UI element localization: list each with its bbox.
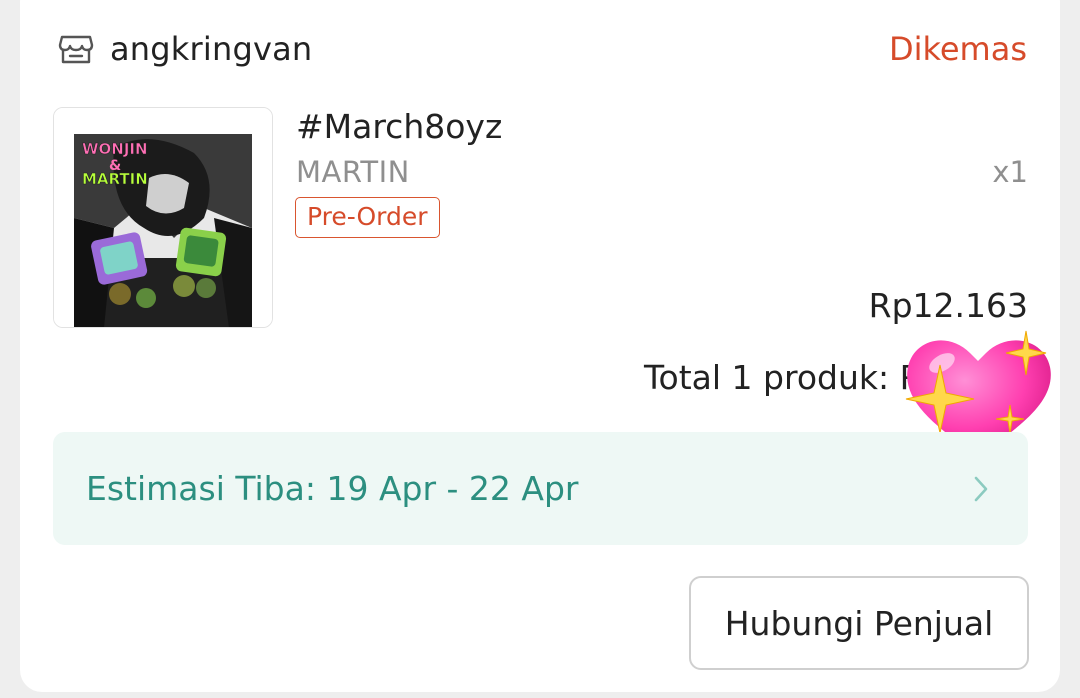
thumb-title-3: MARTIN	[82, 170, 148, 188]
thumb-title-1: WONJIN	[82, 140, 148, 158]
shop-name[interactable]: angkringvan	[110, 30, 312, 68]
product-price: Rp12.163	[868, 286, 1028, 325]
product-thumbnail[interactable]: WONJIN & MARTIN	[53, 107, 273, 328]
store-icon	[58, 35, 94, 64]
contact-seller-button[interactable]: Hubungi Penjual	[689, 576, 1029, 670]
preorder-badge: Pre-Order	[295, 197, 440, 238]
delivery-estimate: Estimasi Tiba: 19 Apr - 22 Apr	[86, 469, 579, 508]
product-name[interactable]: #March8oyz	[296, 107, 502, 146]
product-variant: MARTIN	[296, 155, 410, 189]
delivery-estimate-row[interactable]: Estimasi Tiba: 19 Apr - 22 Apr	[53, 432, 1028, 545]
order-total: Total 1 produk: R	[644, 358, 923, 397]
order-status: Dikemas	[888, 30, 1027, 68]
chevron-right-icon	[974, 476, 988, 502]
shop-header[interactable]: angkringvan	[58, 30, 312, 68]
product-quantity: x1	[992, 155, 1028, 189]
